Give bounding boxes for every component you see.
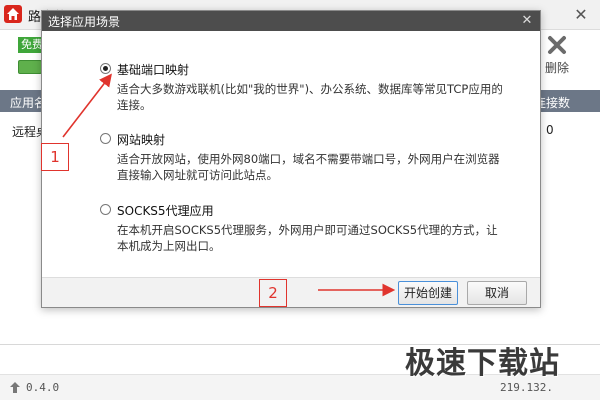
annotation-arrows [62, 73, 396, 297]
annotation-arrow-1 [62, 73, 112, 138]
